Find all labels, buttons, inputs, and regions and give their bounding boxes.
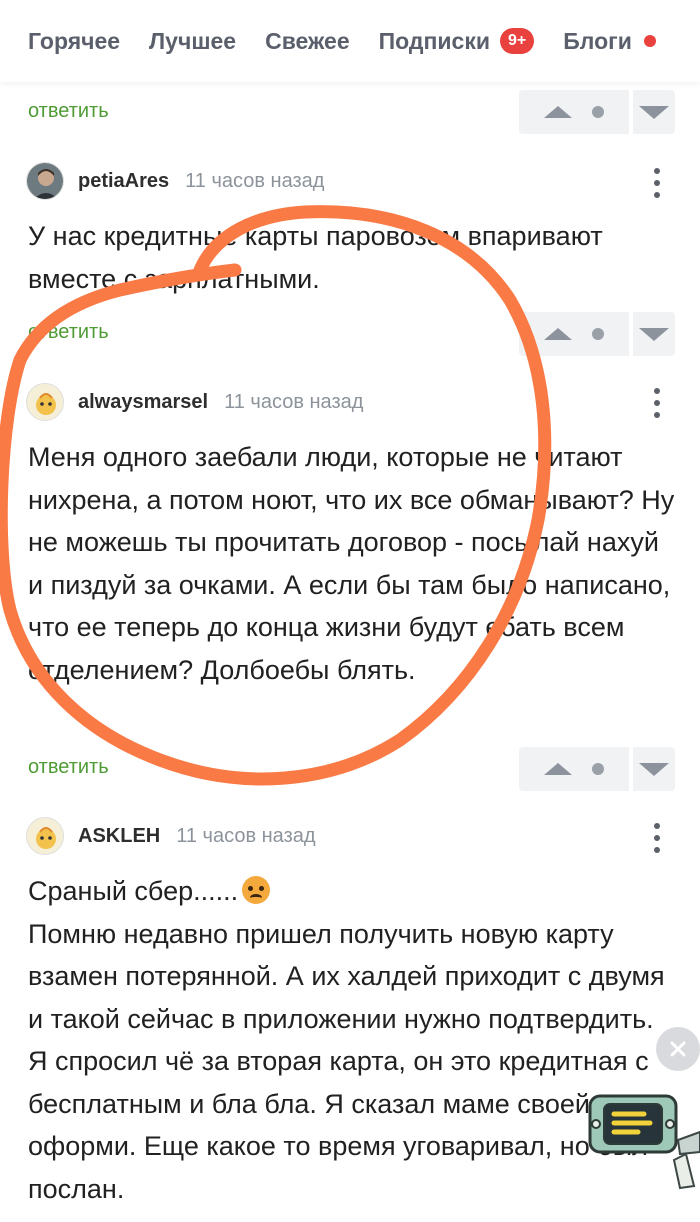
reply-link[interactable]: ответить xyxy=(28,321,109,344)
comment-username[interactable]: petiaAres xyxy=(78,170,169,193)
tab-best[interactable]: Лучшее xyxy=(149,28,236,55)
tab-fresh-label: Свежее xyxy=(265,27,350,54)
rating-dot-icon xyxy=(592,328,604,340)
close-button[interactable] xyxy=(656,1027,700,1071)
vote-up-icon xyxy=(544,328,572,340)
tab-fresh[interactable]: Свежее xyxy=(265,28,350,55)
rating-dot-icon xyxy=(592,106,604,118)
comment-time: 11 часов назад xyxy=(185,169,325,192)
comment-header: alwaysmarsel 11 часов назад xyxy=(26,383,363,421)
subscriptions-badge: 9+ xyxy=(499,28,535,54)
comment-username[interactable]: alwaysmarsel xyxy=(78,391,208,414)
comment-header: petiaAres 11 часов назад xyxy=(26,162,324,200)
top-navigation: Горячее Лучшее Свежее Подписки 9+ Блоги xyxy=(0,0,700,82)
tab-hot[interactable]: Горячее xyxy=(28,28,120,55)
comment-time: 11 часов назад xyxy=(176,824,316,847)
reply-link[interactable]: ответить xyxy=(28,756,109,779)
robot-mascot-icon[interactable] xyxy=(582,1082,700,1192)
tab-best-label: Лучшее xyxy=(149,27,237,54)
avatar[interactable] xyxy=(26,383,64,421)
vote-down-button[interactable] xyxy=(633,312,675,356)
more-vertical-icon[interactable] xyxy=(654,168,660,198)
vote-up-button[interactable] xyxy=(519,312,629,356)
vote-down-button[interactable] xyxy=(633,747,675,791)
comment-header: ASKLEH 11 часов назад xyxy=(26,817,316,855)
vote-up-icon xyxy=(544,763,572,775)
vote-controls xyxy=(519,312,675,356)
comment-text-first-line: Сраный сбер...... xyxy=(28,876,239,906)
avatar[interactable] xyxy=(26,817,64,855)
vote-up-icon xyxy=(544,106,572,118)
vote-controls xyxy=(519,747,675,791)
blogs-notification-dot xyxy=(643,35,656,47)
vote-controls xyxy=(519,90,675,134)
vote-down-icon xyxy=(639,762,669,776)
comment-text: У нас кредитные карты паровозом впариваю… xyxy=(28,221,603,294)
tab-subscriptions-label: Подписки xyxy=(378,27,490,54)
comment-text: Меня одного заебали люди, которые не чит… xyxy=(28,442,675,685)
reply-link[interactable]: ответить xyxy=(28,100,109,123)
vote-down-icon xyxy=(639,327,669,341)
close-icon xyxy=(670,1041,686,1057)
vote-up-button[interactable] xyxy=(519,747,629,791)
more-vertical-icon[interactable] xyxy=(654,823,660,853)
comment-username[interactable]: ASKLEH xyxy=(78,825,160,848)
vote-down-icon xyxy=(639,105,669,119)
rating-dot-icon xyxy=(592,763,604,775)
more-vertical-icon[interactable] xyxy=(654,388,660,418)
comment-text: Сраный сбер...... Помню недавно пришел п… xyxy=(28,870,678,1210)
vote-down-button[interactable] xyxy=(633,90,675,134)
tab-hot-label: Горячее xyxy=(28,27,121,54)
tab-blogs-label: Блоги xyxy=(563,27,632,54)
comment-time: 11 часов назад xyxy=(224,390,364,413)
comment-text-body: Помню недавно пришел получить новую карт… xyxy=(28,918,665,1204)
avatar[interactable] xyxy=(26,162,64,200)
tab-subscriptions[interactable]: Подписки 9+ xyxy=(379,28,535,55)
angry-face-emoji-icon xyxy=(242,876,271,904)
tab-blogs[interactable]: Блоги xyxy=(563,28,656,55)
vote-up-button[interactable] xyxy=(519,90,629,134)
